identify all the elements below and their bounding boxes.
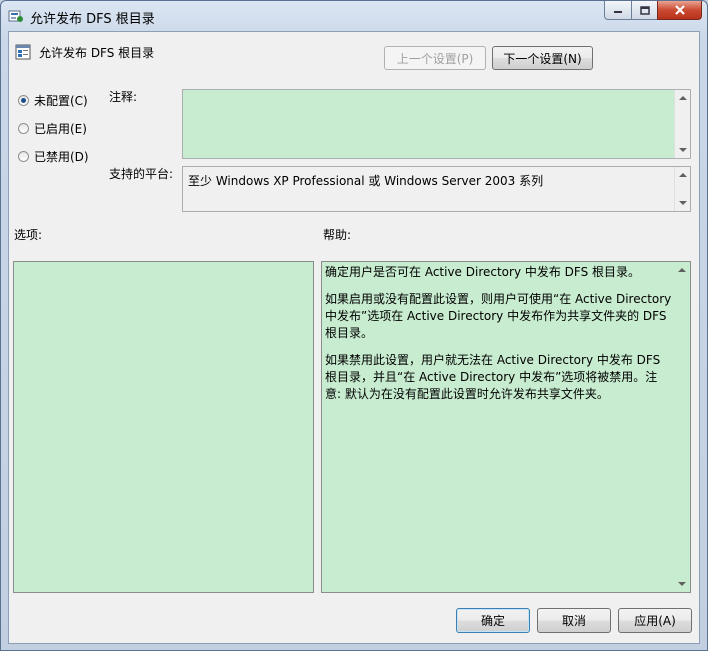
caption-buttons bbox=[604, 1, 702, 21]
maximize-icon bbox=[639, 5, 650, 15]
minimize-button[interactable] bbox=[604, 1, 631, 20]
help-panel: 确定用户是否可在 Active Directory 中发布 DFS 根目录。 如… bbox=[321, 261, 691, 593]
comment-scrollbar[interactable] bbox=[674, 90, 690, 158]
platform-value: 至少 Windows XP Professional 或 Windows Ser… bbox=[188, 174, 544, 188]
radio-enabled[interactable]: 已启用(E) bbox=[18, 120, 87, 137]
scroll-down-icon[interactable] bbox=[678, 582, 686, 586]
dialog-content: 允许发布 DFS 根目录 上一个设置(P) 下一个设置(N) 未配置(C) 已启… bbox=[8, 31, 700, 644]
policy-title: 允许发布 DFS 根目录 bbox=[39, 46, 155, 60]
scroll-up-icon[interactable] bbox=[678, 268, 686, 272]
radio-indicator bbox=[18, 95, 29, 106]
radio-label: 已启用(E) bbox=[34, 122, 87, 136]
comment-textarea[interactable] bbox=[182, 89, 691, 159]
policy-setting-icon bbox=[15, 44, 31, 60]
radio-indicator bbox=[18, 123, 29, 134]
apply-button[interactable]: 应用(A) bbox=[618, 608, 692, 633]
scroll-up-icon[interactable] bbox=[679, 173, 687, 177]
help-paragraph: 确定用户是否可在 Active Directory 中发布 DFS 根目录。 bbox=[325, 265, 641, 279]
radio-disabled[interactable]: 已禁用(D) bbox=[18, 148, 89, 165]
cancel-button[interactable]: 取消 bbox=[537, 608, 611, 633]
options-label: 选项: bbox=[14, 228, 43, 242]
next-setting-button[interactable]: 下一个设置(N) bbox=[492, 46, 593, 70]
policy-app-icon bbox=[8, 10, 23, 22]
radio-label: 未配置(C) bbox=[34, 94, 88, 108]
scroll-up-icon[interactable] bbox=[679, 96, 687, 100]
scroll-down-icon[interactable] bbox=[679, 201, 687, 205]
platform-scrollbar[interactable] bbox=[674, 167, 690, 211]
minimize-icon bbox=[614, 11, 622, 13]
platform-textbox: 至少 Windows XP Professional 或 Windows Ser… bbox=[182, 166, 691, 212]
help-paragraph: 如果启用或没有配置此设置，则用户可使用“在 Active Directory 中… bbox=[325, 292, 672, 340]
help-scrollbar[interactable] bbox=[674, 262, 690, 592]
options-panel bbox=[13, 261, 314, 593]
ok-button[interactable]: 确定 bbox=[456, 608, 530, 633]
platform-label: 支持的平台: bbox=[109, 167, 174, 181]
maximize-button[interactable] bbox=[631, 1, 657, 20]
previous-setting-button[interactable]: 上一个设置(P) bbox=[384, 46, 486, 70]
close-button[interactable] bbox=[657, 1, 702, 20]
comment-label: 注释: bbox=[109, 90, 138, 104]
help-text: 确定用户是否可在 Active Directory 中发布 DFS 根目录。 如… bbox=[325, 264, 672, 413]
help-paragraph: 如果禁用此设置，用户就无法在 Active Directory 中发布 DFS … bbox=[325, 353, 661, 401]
title-bar[interactable]: 允许发布 DFS 根目录 bbox=[1, 1, 707, 31]
radio-label: 已禁用(D) bbox=[34, 150, 89, 164]
help-label: 帮助: bbox=[323, 228, 352, 242]
window-title: 允许发布 DFS 根目录 bbox=[30, 12, 155, 27]
radio-not-configured[interactable]: 未配置(C) bbox=[18, 92, 88, 109]
dialog-window: 允许发布 DFS 根目录 允许发布 DFS 根目录 上一个设置(P) 下一个设置… bbox=[0, 0, 708, 651]
radio-indicator bbox=[18, 151, 29, 162]
close-icon bbox=[674, 5, 685, 15]
scroll-down-icon[interactable] bbox=[679, 148, 687, 152]
